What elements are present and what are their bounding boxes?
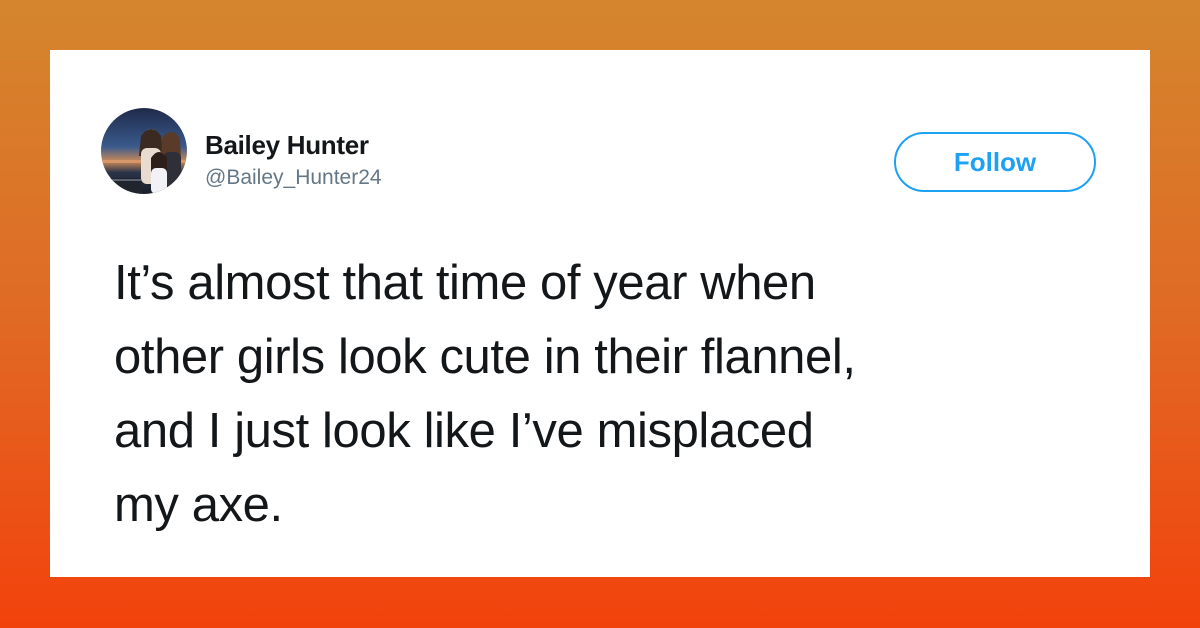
tweet-card: Bailey Hunter @Bailey_Hunter24 Follow It… (50, 50, 1150, 577)
tweet-text-line: and I just look like I’ve misplaced (114, 404, 814, 458)
gradient-frame: Bailey Hunter @Bailey_Hunter24 Follow It… (0, 0, 1200, 628)
profile-photo-icon (101, 108, 187, 194)
author-handle[interactable]: @Bailey_Hunter24 (205, 166, 382, 190)
author-display-name[interactable]: Bailey Hunter (205, 130, 369, 161)
follow-button[interactable]: Follow (894, 132, 1096, 192)
tweet-text-line: other girls look cute in their flannel, (114, 330, 856, 384)
tweet-text: It’s almost that time of year when other… (114, 246, 1124, 542)
tweet-text-line: my axe. (114, 478, 283, 532)
avatar[interactable] (101, 108, 187, 194)
tweet-text-line: It’s almost that time of year when (114, 256, 816, 310)
